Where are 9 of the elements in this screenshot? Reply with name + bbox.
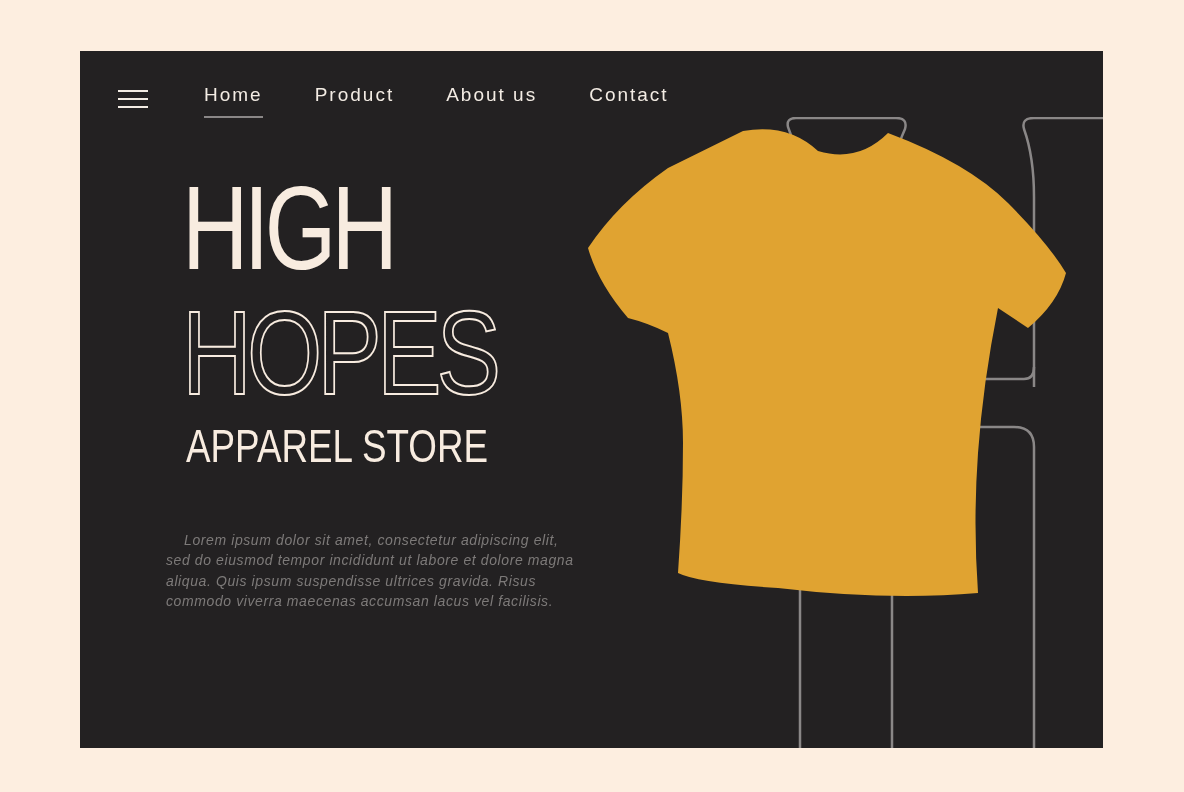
hero-subtitle: APPAREL STORE xyxy=(186,418,489,474)
nav-link[interactable]: Product xyxy=(314,81,395,118)
hero-title-outline: HOPES xyxy=(182,287,499,418)
hero-title: HIGH xyxy=(182,167,395,288)
nav-link[interactable]: About us xyxy=(446,81,538,118)
nav-link[interactable]: Contact xyxy=(589,81,669,118)
nav-link[interactable]: Home xyxy=(204,81,263,118)
hero-description: Lorem ipsum dolor sit amet, consectetur adipiscing elit, sed do eiusmod tempor incididunt ut labore et dolore magna aliqua. Quis ipsum suspendisse ultrices gravida. Risus commodo viverra maecenas accumsan lacus vel facilisis. xyxy=(166,530,575,611)
menu-icon[interactable] xyxy=(118,90,148,109)
